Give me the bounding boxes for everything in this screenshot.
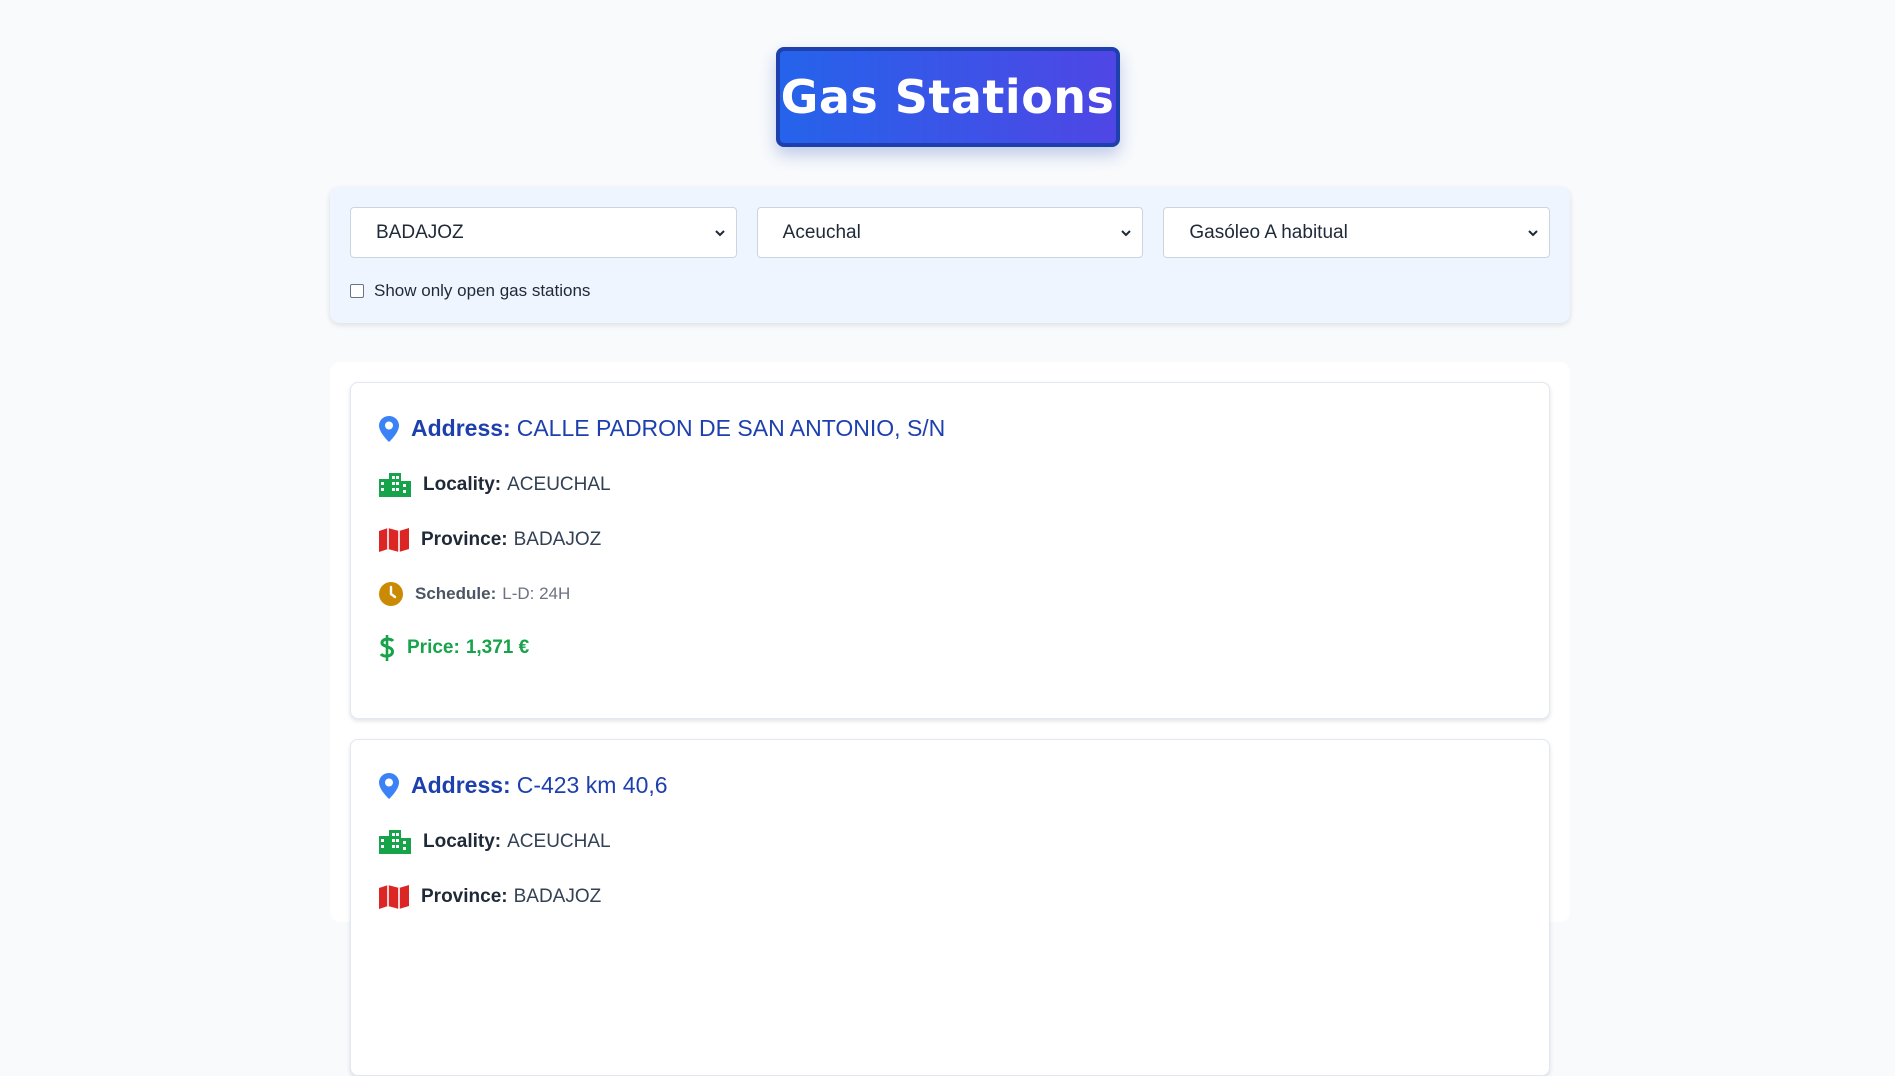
chevron-down-icon [1528,229,1538,236]
locality-row: Locality: ACEUCHAL [379,830,611,854]
city-icon [379,830,411,854]
province-label: Province: [421,529,508,550]
open-only-label[interactable]: Show only open gas stations [374,281,590,301]
province-select-value: BADAJOZ [376,221,464,243]
municipality-select-value: Aceuchal [782,221,861,243]
province-value: BADAJOZ [513,886,602,907]
province-value: BADAJOZ [513,529,602,550]
municipality-select[interactable]: Aceuchal [756,207,1144,258]
map-pin-icon [379,415,399,442]
page-title: Gas Stations [780,70,1115,124]
filters-panel: BADAJOZ Aceuchal Gasóleo A habitual Show… [330,187,1570,323]
locality-label: Locality: [423,831,502,852]
locality-label: Locality: [423,474,502,495]
address-value: C-423 km 40,6 [516,772,668,798]
address-row: Address: C-423 km 40,6 [379,772,668,799]
filter-selects: BADAJOZ Aceuchal Gasóleo A habitual [350,207,1551,258]
price-label: Price: [407,637,460,658]
province-label: Province: [421,886,508,907]
chevron-down-icon [1121,229,1132,236]
price-row: Price: 1,371 € [379,635,529,661]
open-only-checkbox[interactable] [350,284,364,298]
clock-icon [379,582,403,606]
schedule-label: Schedule: [415,584,497,603]
price-value: 1,371 € [465,637,530,658]
stations-list: Address: CALLE PADRON DE SAN ANTONIO, S/… [330,362,1570,1076]
dollar-icon [379,635,395,661]
city-icon [379,473,411,497]
fuel-type-select-value: Gasóleo A habitual [1189,221,1348,243]
schedule-row: Schedule: L-D: 24H [379,582,570,606]
open-only-filter: Show only open gas stations [350,281,1550,301]
province-row: Province: BADAJOZ [379,528,601,552]
locality-value: ACEUCHAL [507,831,611,852]
station-card: Address: C-423 km 40,6 Locality: ACEUCHA… [350,739,1550,1076]
station-card: Address: CALLE PADRON DE SAN ANTONIO, S/… [350,382,1550,719]
address-label: Address: [411,415,511,441]
title-banner: Gas Stations [775,47,1120,147]
province-row: Province: BADAJOZ [379,885,601,909]
province-select[interactable]: BADAJOZ [350,207,737,258]
page-header: Gas Stations [0,0,1895,147]
locality-value: ACEUCHAL [507,474,611,495]
map-pin-icon [379,772,399,799]
chevron-down-icon [714,229,725,236]
map-icon [379,885,409,909]
locality-row: Locality: ACEUCHAL [379,473,611,497]
address-value: CALLE PADRON DE SAN ANTONIO, S/N [516,415,946,441]
fuel-type-select[interactable]: Gasóleo A habitual [1163,207,1551,258]
address-row: Address: CALLE PADRON DE SAN ANTONIO, S/… [379,415,945,442]
map-icon [379,528,409,552]
schedule-value: L-D: 24H [502,584,571,603]
address-label: Address: [411,772,511,798]
